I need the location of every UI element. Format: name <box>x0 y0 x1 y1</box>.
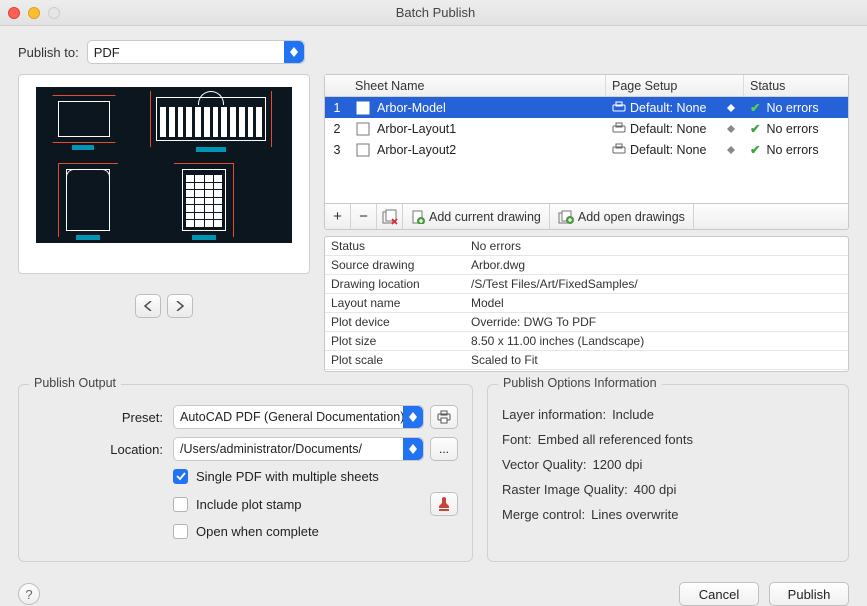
zoom-icon[interactable] <box>48 7 60 19</box>
table-row[interactable]: 2Arbor-Layout1Default: None✔No errors <box>325 118 848 139</box>
page-setup-icon <box>612 122 626 136</box>
check-icon: ✔ <box>750 121 760 136</box>
chevron-updown-icon <box>403 406 423 428</box>
location-label: Location: <box>33 442 173 457</box>
plus-icon: + <box>333 208 342 225</box>
stepper-icon <box>724 104 738 112</box>
chevron-updown-icon <box>403 438 423 460</box>
detail-row: Page setup detailOverride output device … <box>325 370 848 372</box>
cad-thumbnail <box>36 87 292 243</box>
next-sheet-button[interactable] <box>167 294 193 318</box>
pdf-options-button[interactable] <box>430 405 458 429</box>
close-icon[interactable] <box>8 7 20 19</box>
open-complete-checkbox[interactable] <box>173 524 188 539</box>
help-icon: ? <box>25 587 32 602</box>
sheet-icon <box>355 142 371 158</box>
publish-to-label: Publish to: <box>18 45 79 60</box>
remove-all-button[interactable] <box>377 204 403 229</box>
option-row: Merge control:Lines overwrite <box>502 507 834 522</box>
single-pdf-label: Single PDF with multiple sheets <box>196 469 379 484</box>
minus-icon: − <box>359 208 368 225</box>
sheet-preview <box>18 74 310 274</box>
minimize-icon[interactable] <box>28 7 40 19</box>
col-sheet-name[interactable]: Sheet Name <box>349 75 606 97</box>
window-controls <box>8 7 60 19</box>
add-current-drawing-button[interactable]: Add current drawing <box>403 204 550 229</box>
detail-row: Drawing location/S/Test Files/Art/FixedS… <box>325 275 848 294</box>
include-stamp-checkbox[interactable] <box>173 497 188 512</box>
include-stamp-label: Include plot stamp <box>196 497 302 512</box>
sheet-add-icon <box>411 210 425 224</box>
titlebar: Batch Publish <box>0 0 867 26</box>
sheet-details: StatusNo errorsSource drawingArbor.dwgDr… <box>324 236 849 372</box>
sheet-icon <box>355 121 371 137</box>
chevron-right-icon <box>176 301 184 311</box>
group-title: Publish Options Information <box>498 376 662 390</box>
detail-row: Plot size8.50 x 11.00 inches (Landscape) <box>325 332 848 351</box>
table-row[interactable]: 1Arbor-ModelDefault: None✔No errors <box>325 97 848 118</box>
check-icon: ✔ <box>750 142 760 157</box>
detail-row: Layout nameModel <box>325 294 848 313</box>
preset-select[interactable]: AutoCAD PDF (General Documentation) <box>173 405 424 429</box>
stepper-icon <box>724 146 738 154</box>
detail-row: StatusNo errors <box>325 237 848 256</box>
remove-sheet-button[interactable]: − <box>351 204 377 229</box>
stamp-icon <box>437 496 451 512</box>
chevron-left-icon <box>144 301 152 311</box>
chevron-updown-icon <box>284 41 304 63</box>
option-row: Layer information:Include <box>502 407 834 422</box>
window-title: Batch Publish <box>60 5 811 20</box>
publish-to-value: PDF <box>94 45 120 60</box>
option-row: Raster Image Quality:400 dpi <box>502 482 834 497</box>
open-complete-label: Open when complete <box>196 524 319 539</box>
plot-stamp-settings-button[interactable] <box>430 492 458 516</box>
preset-label: Preset: <box>33 410 173 425</box>
add-sheet-button[interactable]: + <box>325 204 351 229</box>
table-toolbar: + − Add current drawing Add open drawing… <box>324 204 849 230</box>
printer-icon <box>436 410 452 424</box>
detail-row: Plot scaleScaled to Fit <box>325 351 848 370</box>
cancel-button[interactable]: Cancel <box>679 582 759 606</box>
col-status[interactable]: Status <box>744 75 848 97</box>
sheet-icon <box>355 100 371 116</box>
table-row[interactable]: 3Arbor-Layout2Default: None✔No errors <box>325 139 848 160</box>
option-row: Font:Embed all referenced fonts <box>502 432 834 447</box>
publish-options-group: Publish Options Information Layer inform… <box>487 384 849 562</box>
publish-output-group: Publish Output Preset: AutoCAD PDF (Gene… <box>18 384 473 562</box>
publish-to-select[interactable]: PDF <box>87 40 305 64</box>
page-setup-icon <box>612 143 626 157</box>
single-pdf-checkbox[interactable] <box>173 469 188 484</box>
page-setup-icon <box>612 101 626 115</box>
help-button[interactable]: ? <box>18 583 40 605</box>
add-open-drawings-button[interactable]: Add open drawings <box>550 204 694 229</box>
browse-location-button[interactable]: ... <box>430 437 458 461</box>
stepper-icon <box>724 125 738 133</box>
publish-button[interactable]: Publish <box>769 582 849 606</box>
sheets-remove-icon <box>382 209 398 225</box>
sheet-table[interactable]: Sheet Name Page Setup Status 1Arbor-Mode… <box>324 74 849 204</box>
location-select[interactable]: /Users/administrator/Documents/ <box>173 437 424 461</box>
group-title: Publish Output <box>29 376 121 390</box>
detail-row: Plot deviceOverride: DWG To PDF <box>325 313 848 332</box>
check-icon: ✔ <box>750 100 760 115</box>
sheets-add-icon <box>558 210 574 224</box>
table-header: Sheet Name Page Setup Status <box>325 75 848 97</box>
detail-row: Source drawingArbor.dwg <box>325 256 848 275</box>
prev-sheet-button[interactable] <box>135 294 161 318</box>
option-row: Vector Quality:1200 dpi <box>502 457 834 472</box>
col-page-setup[interactable]: Page Setup <box>606 75 744 97</box>
